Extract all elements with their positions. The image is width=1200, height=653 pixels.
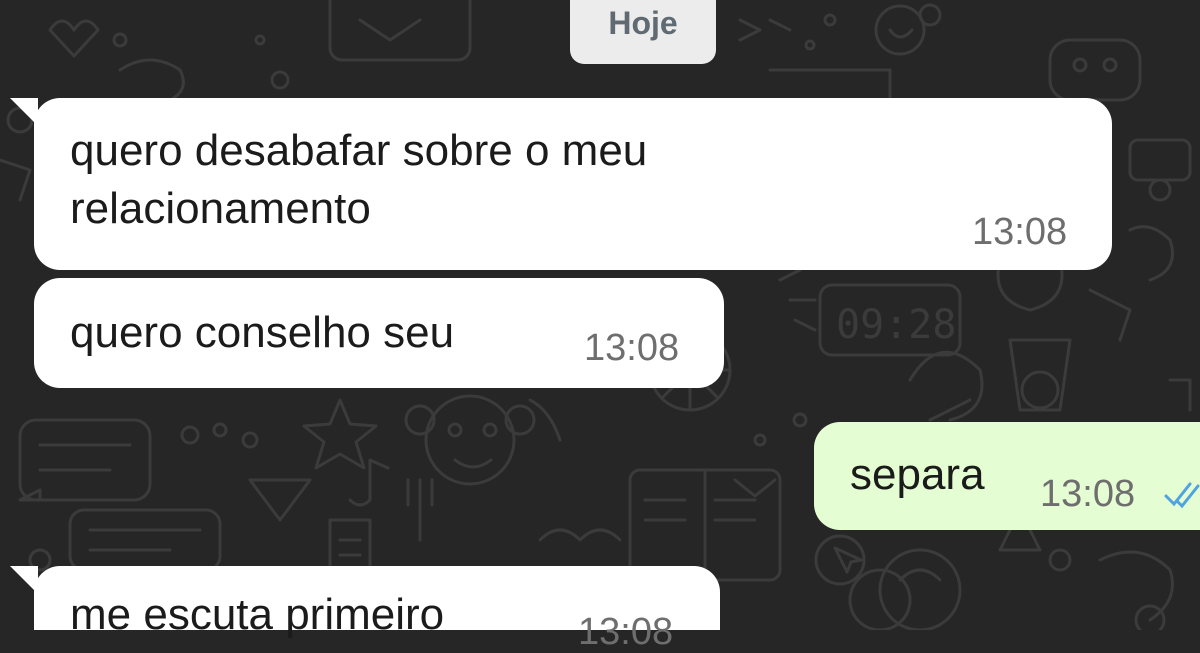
message-line: me escuta primeiro [70,590,445,639]
message-line: relacionamento [70,184,371,233]
outgoing-message[interactable]: separa 13:08 [814,422,1200,530]
message-text: me escuta primeiro [70,586,444,644]
message-text: quero conselho seu [70,304,454,362]
message-text: quero desabafar sobre o meu relacionamen… [70,122,647,238]
bubble-tail [10,98,38,126]
message-line: quero conselho seu [70,308,455,357]
bubble-tail [10,566,38,594]
message-line: separa [850,450,985,499]
message-time: 13:08 [972,211,1068,253]
svg-text:09:28: 09:28 [836,302,956,348]
message-line: quero desabafar sobre o meu [70,126,648,175]
incoming-message[interactable]: me escuta primeiro 13:08 [10,566,720,652]
read-checkmarks-icon [1164,482,1200,509]
message-time: 13:08 [578,611,674,653]
incoming-message[interactable]: quero desabafar sobre o meu relacionamen… [10,98,1112,270]
message-time: 13:08 [1040,473,1136,515]
message-time: 13:08 [584,327,680,369]
date-separator: Hoje [570,0,716,64]
message-text: separa [850,446,985,504]
incoming-message[interactable]: quero conselho seu 13:08 [34,278,724,388]
